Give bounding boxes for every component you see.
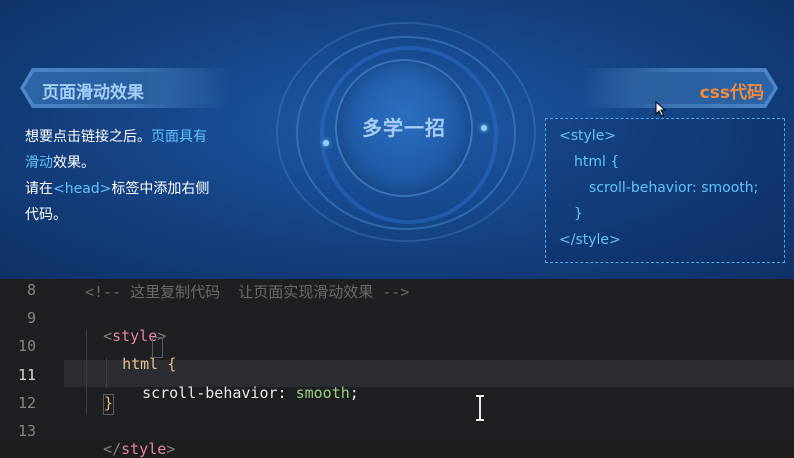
code-token: </ — [103, 440, 122, 458]
desc-text: 效果。 — [53, 155, 95, 171]
code-line-11[interactable]: scroll-behavior: smooth; — [124, 366, 359, 402]
desc-text: 代码。 — [25, 207, 67, 223]
code-token: : — [277, 384, 287, 402]
line-number-active: 11 — [17, 366, 36, 384]
description-line-2: 滑动效果。 — [25, 150, 230, 176]
code-box-line: } — [574, 206, 583, 222]
code-box-line: </style> — [559, 232, 621, 248]
line-number: 8 — [26, 281, 36, 299]
bracket-match-highlight — [152, 337, 163, 358]
lesson-banner: 多学一招 页面滑动效果 css代码 想要点击链接之后。页面具有 滑动效果。 请在… — [0, 0, 794, 279]
code-token: ; — [349, 384, 359, 402]
line-number: 10 — [17, 337, 36, 355]
code-token: smooth — [295, 384, 350, 402]
mouse-pointer-icon — [655, 101, 667, 117]
desc-highlight: 页面具有 — [151, 129, 207, 145]
code-line-8[interactable]: <!-- 这里复制代码 让页面实现滑动效果 --> — [85, 281, 409, 302]
description-text: 想要点击链接之后。页面具有 滑动效果。 请在<head>标签中添加右侧 代码。 — [25, 124, 230, 228]
code-token: style — [121, 440, 167, 458]
code-box-line: scroll-behavior: smooth; — [589, 180, 759, 196]
code-token: > — [166, 440, 176, 458]
desc-highlight: <head> — [53, 181, 112, 197]
line-number: 9 — [26, 309, 36, 327]
line-number: 12 — [17, 394, 36, 412]
code-box-line: html { — [574, 154, 620, 170]
desc-highlight: 滑动 — [25, 155, 53, 171]
center-title: 多学一招 — [362, 118, 446, 140]
text-cursor-icon — [476, 395, 484, 421]
desc-text: 想要点击链接之后。 — [25, 129, 151, 145]
arc-dot-left — [323, 140, 329, 146]
code-line-13[interactable]: </style> — [85, 422, 175, 458]
description-line-3: 请在<head>标签中添加右侧 — [25, 176, 230, 202]
arc-dot-right — [481, 125, 487, 131]
description-line-4: 代码。 — [25, 202, 230, 228]
desc-text: 请在 — [25, 181, 53, 197]
left-tag-title: 页面滑动效果 — [42, 83, 144, 103]
desc-text: 标签中添加右侧 — [111, 181, 210, 197]
code-box-line: <style> — [559, 128, 617, 144]
description-line-1: 想要点击链接之后。页面具有 — [25, 124, 230, 150]
code-token: scroll-behavior — [142, 384, 278, 402]
css-code-box: <style> html { scroll-behavior: smooth; … — [545, 118, 785, 263]
bracket-match-highlight — [103, 394, 114, 415]
right-tag-title: css代码 — [699, 83, 764, 103]
line-number: 13 — [17, 422, 36, 440]
